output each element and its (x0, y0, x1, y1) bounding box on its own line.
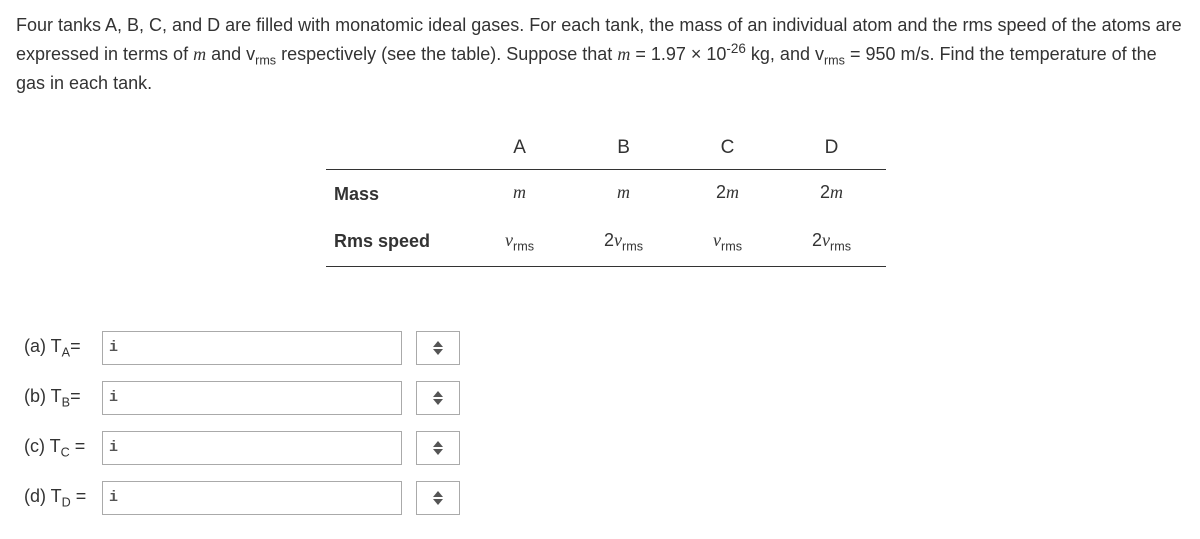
info-icon: i (109, 489, 118, 506)
table-row: Mass m m 2m 2m (326, 170, 886, 218)
lbl: (a) T (24, 336, 62, 356)
var: m (513, 182, 526, 202)
var: v (505, 230, 513, 250)
sub: rms (721, 240, 742, 254)
answer-input-B[interactable]: i (102, 381, 402, 415)
chevron-up-icon (433, 341, 443, 347)
eq-v: = 950 m/s. Find the (845, 44, 1005, 64)
chevron-down-icon (433, 349, 443, 355)
sub: rms (622, 240, 643, 254)
cell: m (470, 170, 569, 218)
problem-mid: respectively (see the table). Suppose th… (276, 44, 617, 64)
var: v (822, 230, 830, 250)
cell: 2vrms (777, 218, 886, 266)
info-icon: i (109, 389, 118, 406)
var: v (614, 230, 622, 250)
col-A: A (470, 127, 569, 170)
lbl: (d) T (24, 486, 62, 506)
cell: vrms (678, 218, 777, 266)
eq-m: = 1.97 × 10 (630, 44, 726, 64)
var: m (726, 182, 739, 202)
cell: 2m (777, 170, 886, 218)
chevron-up-icon (433, 491, 443, 497)
data-table: A B C D Mass m m 2m 2m Rms speed vrms 2v (326, 127, 1184, 266)
chevron-down-icon (433, 449, 443, 455)
lbls: A (62, 345, 70, 359)
lbl: (c) T (24, 436, 61, 456)
lbls: B (62, 395, 70, 409)
sub: rms (513, 240, 534, 254)
cell: 2vrms (569, 218, 678, 266)
answer-label: (c) TC = (24, 436, 102, 460)
row-head-mass: Mass (326, 170, 470, 218)
sub-rms: rms (255, 54, 276, 68)
unit-stepper-B[interactable] (416, 381, 460, 415)
pre: 2 (812, 230, 822, 250)
lble: = (70, 336, 81, 356)
var-m: m (193, 44, 206, 64)
answer-row-A: (a) TA= i (24, 327, 1184, 369)
unit-stepper-D[interactable] (416, 481, 460, 515)
answer-label: (b) TB= (24, 386, 102, 410)
chevron-up-icon (433, 441, 443, 447)
sub-rms2: rms (824, 54, 845, 68)
col-D: D (777, 127, 886, 170)
chevron-down-icon (433, 399, 443, 405)
table-row: Rms speed vrms 2vrms vrms 2vrms (326, 218, 886, 266)
unit-stepper-A[interactable] (416, 331, 460, 365)
pre: 2 (604, 230, 614, 250)
eq-m-tail: kg, and v (746, 44, 824, 64)
var: m (830, 182, 843, 202)
answer-section: (a) TA= i (b) TB= i (c) TC = i (d) TD = … (16, 327, 1184, 519)
problem-and: and v (206, 44, 255, 64)
answer-row-D: (d) TD = i (24, 477, 1184, 519)
cell: m (569, 170, 678, 218)
answer-label: (a) TA= (24, 336, 102, 360)
answer-row-B: (b) TB= i (24, 377, 1184, 419)
answer-input-D[interactable]: i (102, 481, 402, 515)
col-blank (326, 127, 470, 170)
answer-input-A[interactable]: i (102, 331, 402, 365)
row-head-rms: Rms speed (326, 218, 470, 266)
chevron-up-icon (433, 391, 443, 397)
pre: 2 (820, 182, 830, 202)
exp: -26 (726, 41, 746, 56)
chevron-down-icon (433, 499, 443, 505)
answer-input-C[interactable]: i (102, 431, 402, 465)
lbl: (b) T (24, 386, 62, 406)
unit-stepper-C[interactable] (416, 431, 460, 465)
var-m-lhs: m (617, 44, 630, 64)
cell: vrms (470, 218, 569, 266)
lble: = (70, 386, 81, 406)
info-icon: i (109, 439, 118, 456)
cell: 2m (678, 170, 777, 218)
lbls: D (62, 495, 71, 509)
pre: 2 (716, 182, 726, 202)
sub: rms (830, 240, 851, 254)
info-icon: i (109, 339, 118, 356)
var: v (713, 230, 721, 250)
var: m (617, 182, 630, 202)
lbls: C (61, 445, 70, 459)
problem-line: Four tanks A, B, C, and D are filled wit… (16, 15, 1097, 35)
col-B: B (569, 127, 678, 170)
lble: = (70, 436, 86, 456)
problem-text: Four tanks A, B, C, and D are filled wit… (16, 12, 1184, 97)
lble: = (71, 486, 87, 506)
answer-label: (d) TD = (24, 486, 102, 510)
col-C: C (678, 127, 777, 170)
answer-row-C: (c) TC = i (24, 427, 1184, 469)
